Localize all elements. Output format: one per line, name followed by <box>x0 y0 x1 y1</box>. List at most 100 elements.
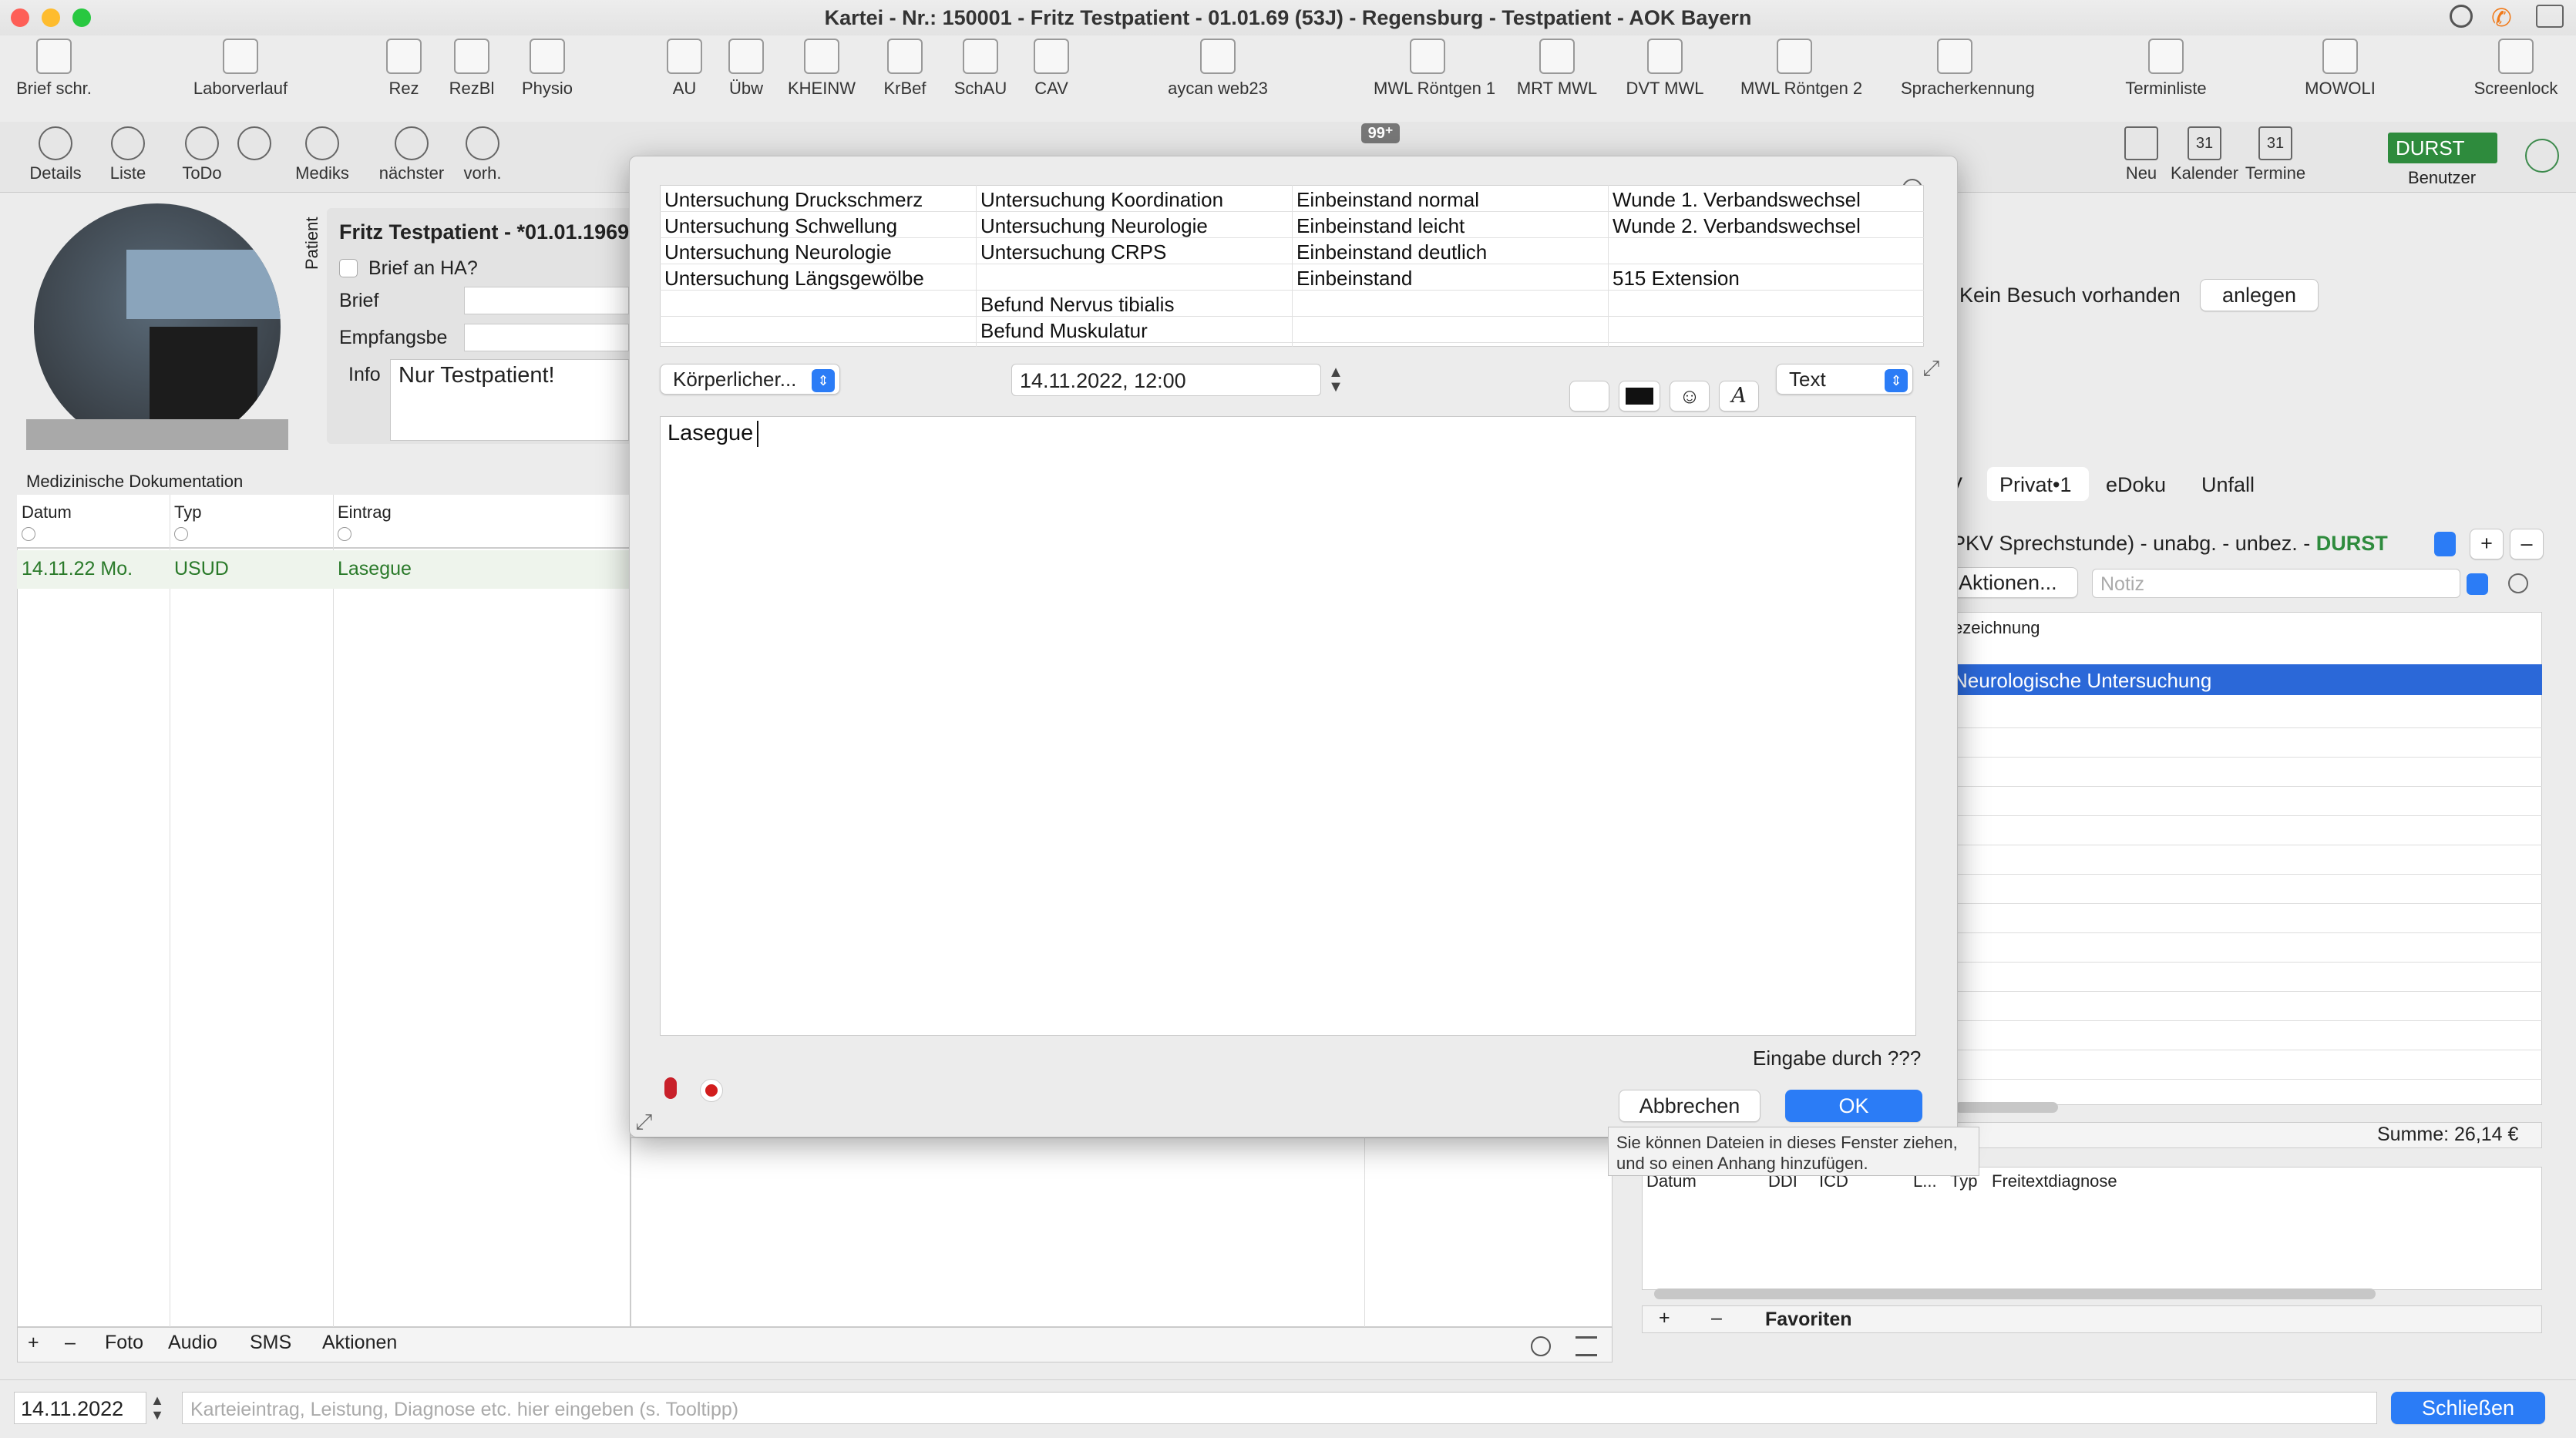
cancel-button[interactable]: Abbrechen <box>1619 1090 1760 1122</box>
datetime-stepper[interactable]: ▲ ▼ <box>1327 365 1344 395</box>
tab-sms[interactable]: SMS <box>250 1332 291 1354</box>
grid-cell[interactable]: Einbeinstand normal <box>1296 188 1479 212</box>
toolbar2-person-button[interactable]: Details <box>17 126 94 183</box>
toolbar-screenlock-button[interactable]: Screenlock <box>2462 39 2570 99</box>
grid-cell[interactable]: Einbeinstand <box>1296 267 1412 291</box>
date-field[interactable]: 14.11.2022 <box>14 1392 146 1424</box>
more-options-icon[interactable] <box>2508 573 2528 593</box>
settings-gear-icon[interactable] <box>1569 381 1609 412</box>
toolbar2-termine-button[interactable]: 31 Termine <box>2237 126 2314 183</box>
close-button[interactable]: Schließen <box>2391 1392 2545 1424</box>
window-list-icon[interactable] <box>2536 5 2564 28</box>
expand-icon[interactable]: ⤢ <box>1922 356 1939 381</box>
toolbar2-prev-button[interactable]: vorh. <box>444 126 521 183</box>
remove-billing-button[interactable]: – <box>2510 529 2544 559</box>
grid-cell[interactable]: Untersuchung Längsgewölbe <box>664 267 924 291</box>
doku-col-datum[interactable]: Datum <box>22 502 72 522</box>
ok-button[interactable]: OK <box>1785 1090 1922 1122</box>
color-picker-icon[interactable] <box>1619 381 1660 412</box>
format-select[interactable]: Text ⇕ <box>1776 364 1913 395</box>
info-field[interactable]: Nur Testpatient! <box>390 359 629 441</box>
add-diagnosis-button[interactable]: + <box>1659 1307 1670 1329</box>
grid-cell[interactable]: Wunde 1. Verbandswechsel <box>1613 188 1861 212</box>
tab-privat[interactable]: Privat•1 <box>1999 473 2072 497</box>
toolbar2-next-button[interactable]: nächster <box>373 126 450 183</box>
remove-diagnosis-button[interactable]: – <box>1711 1307 1722 1329</box>
toolbar-calendar-list-button[interactable]: Terminliste <box>2112 39 2220 99</box>
aktionen-button[interactable]: Aktionen... <box>1950 567 2078 598</box>
toolbar2-pills-button[interactable]: Mediks <box>284 126 361 183</box>
entry-text-editor[interactable] <box>660 416 1916 1036</box>
toolbar-clipboard-add-button[interactable]: CAV <box>997 39 1105 99</box>
billing-selector[interactable]: PKV Sprechstunde) - unabg. - unbez. - DU… <box>1952 532 2388 556</box>
notiz-input[interactable]: Notiz <box>2092 569 2460 598</box>
toolbar-aycan-button[interactable]: aycan web23 <box>1164 39 1272 99</box>
grid-cell[interactable]: Untersuchung Koordination <box>980 188 1223 212</box>
tab-unfall[interactable]: Unfall <box>2201 473 2255 497</box>
notiz-chevron-icon[interactable] <box>2467 573 2488 595</box>
grid-cell[interactable]: Einbeinstand deutlich <box>1296 240 1487 264</box>
brief-ha-checkbox[interactable] <box>339 259 358 277</box>
grid-cell[interactable]: Wunde 2. Verbandswechsel <box>1613 214 1861 238</box>
billing-selector-chevron-icon[interactable] <box>2434 532 2456 556</box>
category-select[interactable]: Körperlicher... ⇕ <box>660 364 840 395</box>
diag-scrollbar[interactable] <box>1654 1288 2376 1299</box>
create-visit-button[interactable]: anlegen <box>2200 279 2319 311</box>
entry-input[interactable]: Karteieintrag, Leistung, Diagnose etc. h… <box>182 1392 2377 1424</box>
tab-aktionen[interactable]: Aktionen <box>322 1332 397 1354</box>
font-icon[interactable]: A <box>1719 381 1759 412</box>
toolbar-lab-flask-button[interactable]: Laborverlauf <box>187 39 294 99</box>
doku-filter-eintrag[interactable] <box>338 527 351 541</box>
toolbar2-check-button[interactable] <box>216 126 293 163</box>
more-icon[interactable] <box>1531 1336 1551 1356</box>
tab-edoku[interactable]: eDoku <box>2106 473 2166 497</box>
resize-icon[interactable]: ⤢ <box>635 1110 652 1135</box>
diag-col-freitext[interactable]: Freitextdiagnose <box>1992 1171 2117 1191</box>
datetime-field[interactable]: 14.11.2022, 12:00 <box>1011 364 1321 396</box>
tab-audio[interactable]: Audio <box>168 1332 217 1354</box>
add-billing-button[interactable]: + <box>2470 529 2504 559</box>
toolbar-physio-doc-button[interactable]: Physio <box>493 39 601 99</box>
toolbar-mowoli-button[interactable]: MOWOLI <box>2286 39 2394 99</box>
toolbar-dvt-button[interactable]: DVT MWL <box>1611 39 1719 99</box>
leistungen-col-bezeichnung[interactable]: ezeichnung <box>1953 618 2040 638</box>
doku-col-eintrag[interactable]: Eintrag <box>338 502 392 522</box>
emoji-icon[interactable]: ☺ <box>1670 381 1710 412</box>
toolbar-mrt-button[interactable]: MRT MWL <box>1503 39 1611 99</box>
grid-cell[interactable]: Untersuchung Druckschmerz <box>664 188 923 212</box>
microphone-icon[interactable] <box>664 1077 677 1099</box>
toolbar-microphone-button[interactable]: Spracherkennung <box>1901 39 2035 99</box>
grid-cell[interactable]: Befund Nervus tibialis <box>980 293 1174 317</box>
record-button[interactable] <box>700 1079 723 1102</box>
toolbar-letter-button[interactable]: Brief schr. <box>0 39 108 99</box>
avatar[interactable] <box>34 203 281 450</box>
grid-cell[interactable]: Untersuchung Neurologie <box>980 214 1208 238</box>
toolbar-xray-button[interactable]: MWL Röntgen 1 <box>1374 39 1495 99</box>
globe-icon[interactable] <box>2525 139 2559 173</box>
grid-cell[interactable]: 515 Extension <box>1613 267 1740 291</box>
toolbar2-person-add-button[interactable]: Liste <box>89 126 166 183</box>
toolbar-xray2-button[interactable]: MWL Röntgen 2 <box>1740 39 1862 99</box>
tab-foto[interactable]: Foto <box>105 1332 143 1354</box>
grid-cell[interactable]: Untersuchung CRPS <box>980 240 1166 264</box>
grid-cell[interactable]: Untersuchung Neurologie <box>664 240 892 264</box>
user-badge[interactable]: DURST <box>2388 133 2497 163</box>
brief-field[interactable] <box>464 287 629 314</box>
doku-filter-datum[interactable] <box>22 527 35 541</box>
toolbar2-calendar-31-button[interactable]: 31 Kalender <box>2166 126 2243 183</box>
doku-filter-typ[interactable] <box>174 527 188 541</box>
list-divider <box>1950 786 2542 787</box>
empfangsbe-field[interactable] <box>464 324 629 351</box>
grid-cell[interactable]: Untersuchung Schwellung <box>664 214 897 238</box>
phone-icon[interactable]: ✆ <box>2491 3 2512 32</box>
add-entry-button[interactable]: + <box>28 1332 39 1354</box>
search-icon[interactable] <box>2450 5 2473 28</box>
favoriten-tab[interactable]: Favoriten <box>1765 1309 1852 1331</box>
date-stepper[interactable]: ▲ ▼ <box>150 1393 165 1423</box>
doku-col-typ[interactable]: Typ <box>174 502 201 522</box>
horizontal-scrollbar[interactable] <box>1955 1102 2058 1113</box>
grid-cell[interactable]: Befund Muskulatur <box>980 319 1148 343</box>
remove-entry-button[interactable]: – <box>65 1332 76 1354</box>
grid-cell[interactable]: Einbeinstand leicht <box>1296 214 1465 238</box>
list-icon[interactable] <box>1576 1336 1597 1356</box>
